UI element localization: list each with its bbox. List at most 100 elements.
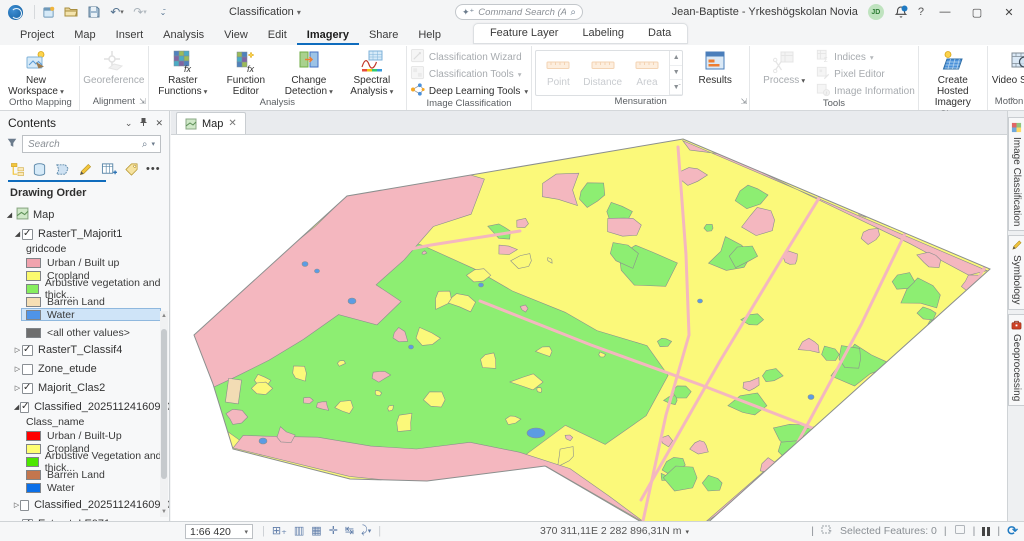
tree-layer[interactable]: ◢ RasterT_Majorit1 bbox=[0, 226, 169, 242]
classification-tools-button[interactable]: Classification Tools▾ bbox=[410, 67, 528, 81]
pause-drawing-icon[interactable] bbox=[982, 527, 990, 536]
tree-layer[interactable]: ▷Majorit_Clas2 bbox=[0, 380, 169, 396]
command-search-input[interactable]: ✦⁺ Command Search (Alt+Q) ⌕ bbox=[455, 4, 583, 20]
dock-tab-geoprocessing[interactable]: Geoprocessing bbox=[1008, 314, 1024, 406]
classification-wizard-button[interactable]: Classification Wizard bbox=[410, 50, 528, 64]
legend-item[interactable]: Arbustive vegetation and thick... bbox=[0, 282, 169, 295]
legend-item[interactable]: Water bbox=[0, 308, 169, 321]
avatar[interactable]: JD bbox=[868, 4, 884, 20]
maximize-button[interactable]: ▢ bbox=[966, 6, 988, 19]
layer-visibility-checkbox[interactable] bbox=[22, 229, 33, 240]
crosshair-icon[interactable]: ✛ bbox=[329, 524, 338, 537]
collapse-icon[interactable]: ◢ bbox=[13, 403, 20, 411]
legend-swatch[interactable] bbox=[26, 457, 39, 467]
indices-button[interactable]: ΣIndices▾ bbox=[816, 50, 915, 64]
more-options-icon[interactable]: ••• bbox=[146, 163, 161, 175]
legend-label[interactable]: Urban / Built up bbox=[47, 257, 119, 269]
legend-label[interactable]: Urban / Built-Up bbox=[47, 430, 122, 442]
collapse-icon[interactable]: ◢ bbox=[13, 230, 22, 238]
expand-icon[interactable]: ▷ bbox=[13, 501, 20, 509]
ribbon-tab-edit[interactable]: Edit bbox=[258, 26, 297, 45]
ruler-icon[interactable]: ▥ bbox=[294, 524, 304, 537]
layer-name[interactable]: Classified_202511241609500980... bbox=[34, 499, 169, 511]
legend-item[interactable]: Water bbox=[0, 481, 169, 494]
layer-name[interactable]: Classified_202511241609500980... bbox=[34, 401, 169, 413]
dialog-launcher-icon[interactable]: ⇲ bbox=[740, 97, 747, 106]
new-project-icon[interactable] bbox=[40, 5, 56, 20]
legend-item[interactable]: Urban / Built up bbox=[0, 256, 169, 269]
tree-layer[interactable]: ▷Zone_etude bbox=[0, 361, 169, 377]
pane-menu-chevron-icon[interactable]: ⌄ bbox=[125, 118, 133, 129]
notifications-icon[interactable] bbox=[894, 5, 908, 19]
contextual-tab-feature-layer[interactable]: Feature Layer bbox=[478, 24, 570, 43]
list-by-selection-icon[interactable] bbox=[54, 161, 71, 177]
ribbon-tab-project[interactable]: Project bbox=[10, 26, 64, 45]
legend-label[interactable]: Water bbox=[47, 309, 75, 321]
dock-tab-symbology[interactable]: Symbology bbox=[1008, 235, 1024, 309]
close-tab-icon[interactable]: ✕ bbox=[228, 118, 236, 129]
distance-tool-button[interactable]: Distance bbox=[581, 51, 625, 95]
georeference-button[interactable]: Georeference bbox=[83, 47, 145, 86]
layer-name[interactable]: RasterT_Classif4 bbox=[38, 344, 122, 356]
rotate-icon[interactable]: ⤸▾ bbox=[361, 524, 371, 537]
close-button[interactable]: ✕ bbox=[998, 6, 1020, 19]
deep-learning-tools-button[interactable]: Deep Learning Tools▾ bbox=[410, 84, 528, 98]
image-information-button[interactable]: iImage Information bbox=[816, 84, 915, 98]
legend-item[interactable]: Urban / Built-Up bbox=[0, 429, 169, 442]
legend-label[interactable]: Water bbox=[47, 482, 75, 494]
function-editor-button[interactable]: fxFunction Editor bbox=[215, 47, 277, 97]
legend-swatch[interactable] bbox=[26, 470, 41, 480]
ribbon-tab-map[interactable]: Map bbox=[64, 26, 105, 45]
legend-item[interactable]: Barren Land bbox=[0, 295, 169, 308]
list-by-editing-icon[interactable] bbox=[77, 161, 94, 177]
project-title[interactable]: Classification▾ bbox=[229, 6, 301, 18]
collapse-ribbon-icon[interactable]: ⌄ bbox=[1008, 92, 1016, 103]
undo-icon[interactable]: ↶▾ bbox=[109, 5, 125, 20]
legend-swatch[interactable] bbox=[26, 284, 39, 294]
scroll-down-icon[interactable]: ▼ bbox=[160, 509, 168, 515]
legend-label[interactable]: Barren Land bbox=[47, 469, 105, 481]
pixel-editor-button[interactable]: Pixel Editor bbox=[816, 67, 915, 81]
select-tool-icon[interactable] bbox=[954, 524, 966, 538]
layer-visibility-checkbox[interactable] bbox=[22, 383, 33, 394]
create-hosted-imagery-button[interactable]: Create Hosted Imagery bbox=[922, 47, 984, 109]
flicker-icon[interactable]: ↹ bbox=[345, 524, 354, 537]
map-group-label[interactable]: Map bbox=[33, 209, 54, 221]
tree-layer[interactable]: ▷ RasterT_Classif4 bbox=[0, 342, 169, 358]
open-project-icon[interactable] bbox=[63, 5, 79, 20]
save-project-icon[interactable] bbox=[86, 5, 102, 20]
refresh-icon[interactable]: ⟳ bbox=[1007, 526, 1018, 536]
tree-layer[interactable]: ▷ Classified_202511241609500980... bbox=[0, 497, 169, 513]
list-by-data-source-icon[interactable] bbox=[31, 161, 48, 177]
legend-swatch[interactable] bbox=[26, 444, 41, 454]
layer-visibility-checkbox[interactable] bbox=[22, 364, 33, 375]
filter-icon[interactable] bbox=[6, 137, 18, 152]
selected-features-count[interactable]: Selected Features: 0 bbox=[840, 525, 937, 537]
layer-visibility-checkbox[interactable] bbox=[22, 345, 33, 356]
expand-icon[interactable]: ▷ bbox=[13, 346, 22, 354]
layer-visibility-checkbox[interactable] bbox=[20, 402, 29, 413]
change-detection-button[interactable]: Change Detection ▾ bbox=[278, 47, 340, 97]
legend-item[interactable]: <all other values> bbox=[0, 326, 169, 339]
scrollbar-thumb[interactable] bbox=[161, 329, 167, 479]
layer-name[interactable]: Zone_etude bbox=[38, 363, 97, 375]
ribbon-tab-insert[interactable]: Insert bbox=[106, 26, 154, 45]
legend-swatch[interactable] bbox=[26, 328, 41, 338]
ribbon-tab-analysis[interactable]: Analysis bbox=[153, 26, 214, 45]
list-by-snapping-icon[interactable] bbox=[100, 161, 117, 177]
contextual-tab-data[interactable]: Data bbox=[636, 24, 683, 43]
layer-name[interactable]: RasterT_Majorit1 bbox=[38, 228, 122, 240]
minimize-button[interactable]: — bbox=[934, 6, 956, 18]
dock-tab-image-classification[interactable]: Image Classification bbox=[1008, 117, 1024, 231]
signed-in-user[interactable]: Jean-Baptiste - Yrkeshögskolan Novia bbox=[672, 6, 858, 18]
layer-name[interactable]: Majorit_Clas2 bbox=[38, 382, 105, 394]
legend-item[interactable]: Barren Land bbox=[0, 468, 169, 481]
gallery-scrollbar[interactable]: ▲▼▼̄ bbox=[669, 51, 682, 95]
point-tool-button[interactable]: Point bbox=[536, 51, 580, 95]
legend-swatch[interactable] bbox=[26, 297, 41, 307]
contents-scrollbar[interactable]: ▲ ▼ bbox=[160, 311, 168, 517]
list-by-drawing-order-icon[interactable] bbox=[8, 161, 25, 177]
snapping-icon[interactable]: ▦ bbox=[311, 524, 321, 537]
area-tool-button[interactable]: Area bbox=[625, 51, 669, 95]
map-canvas[interactable] bbox=[171, 135, 1007, 521]
